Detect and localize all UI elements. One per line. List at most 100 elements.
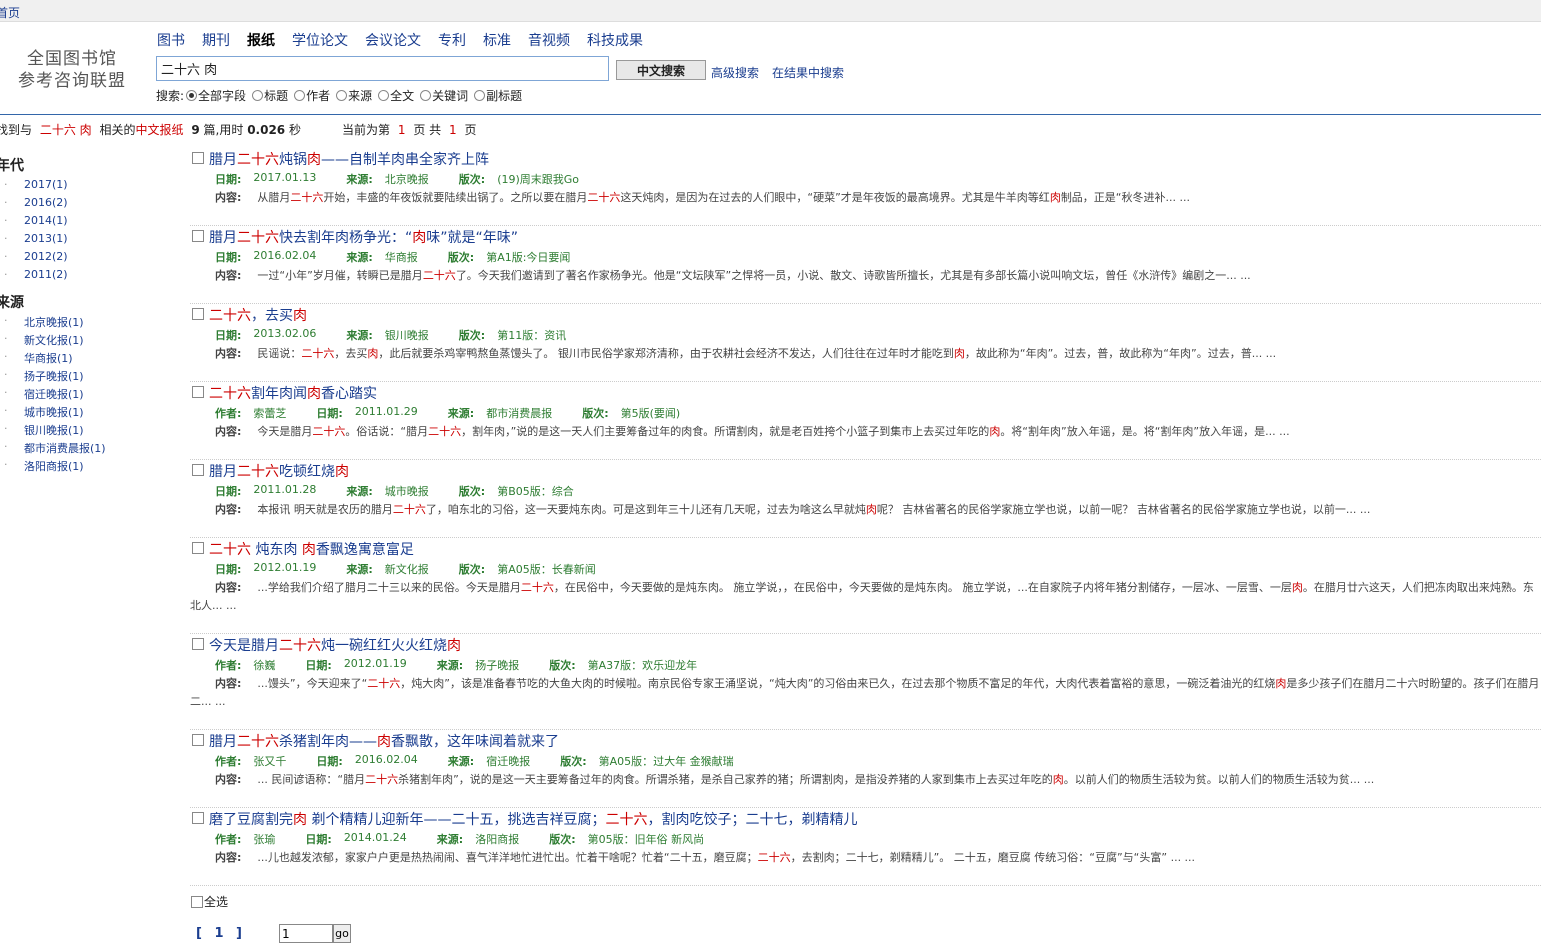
result-checkbox[interactable] [192, 308, 204, 320]
go-button[interactable]: go [333, 924, 351, 943]
source-facet-item-0[interactable]: 北京晚报(1) [0, 314, 106, 332]
text-segment: ，去买 [251, 308, 293, 324]
nav-tab-7[interactable]: 音视频 [528, 30, 570, 50]
advanced-search-link[interactable]: 高级搜索 [711, 64, 759, 81]
radio-button[interactable] [252, 90, 264, 101]
result-title-link[interactable]: 二十六，去买肉 [209, 305, 307, 325]
meta-source-value[interactable]: 扬子晚报 [475, 657, 519, 673]
result-meta: 日期: 2017.01.13 来源: 北京晚报 版次: (19)周末跟我Go [215, 171, 609, 187]
radio-button[interactable] [186, 90, 198, 101]
search-field-option-1[interactable]: 标题 [252, 87, 288, 104]
meta-source-value[interactable]: 新文化报 [385, 561, 429, 577]
meta-source-value[interactable]: 华商报 [385, 249, 418, 265]
result-checkbox[interactable] [192, 386, 204, 398]
result-checkbox[interactable] [192, 812, 204, 824]
result-item: 磨了豆腐割完肉 剃个精精儿迎新年——二十五，挑选吉祥豆腐；二十六，割肉吃饺子；二… [190, 808, 1541, 886]
meta-source-value[interactable]: 洛阳商报 [475, 831, 519, 847]
source-facet-item-6[interactable]: 银川晚报(1) [0, 422, 106, 440]
result-title-link[interactable]: 二十六 炖东肉 肉香飘逸寓意富足 [209, 539, 414, 559]
year-facet-item-1[interactable]: 2016(2) [0, 196, 68, 214]
search-field-label: 来源 [348, 89, 373, 103]
highlight-term: 二十六 [209, 386, 251, 402]
radio-button[interactable] [474, 90, 486, 101]
result-title-link[interactable]: 今天是腊月二十六炖一碗红红火火红烧肉 [209, 635, 461, 655]
result-title-link[interactable]: 腊月二十六吃顿红烧肉 [209, 461, 349, 481]
header-divider [0, 114, 1541, 115]
meta-date-value: 2012.01.19 [253, 561, 317, 574]
radio-button[interactable] [336, 90, 348, 101]
search-field-option-5[interactable]: 关键词 [420, 87, 468, 104]
nav-tab-1[interactable]: 期刊 [202, 30, 230, 50]
year-facet-item-0[interactable]: 2017(1) [0, 178, 68, 196]
year-facet-item-5[interactable]: 2011(2) [0, 268, 68, 286]
result-checkbox[interactable] [192, 152, 204, 164]
meta-source-label: 来源: [436, 659, 464, 672]
result-title-link[interactable]: 二十六割年肉闻肉香心踏实 [209, 383, 377, 403]
search-field-option-0[interactable]: 全部字段 [186, 87, 246, 104]
search-field-option-2[interactable]: 作者 [294, 87, 330, 104]
year-facet-item-4[interactable]: 2012(2) [0, 250, 68, 268]
select-all-checkbox[interactable] [191, 895, 203, 908]
text-segment: 杀猪割年肉—— [279, 734, 377, 750]
search-button[interactable]: 中文搜索 [616, 60, 706, 80]
radio-button[interactable] [294, 90, 306, 101]
result-checkbox[interactable] [192, 542, 204, 554]
nav-tab-2[interactable]: 报纸 [247, 30, 275, 50]
content-label: 内容: [215, 269, 242, 282]
search-field-option-6[interactable]: 副标题 [474, 87, 522, 104]
radio-button[interactable] [378, 90, 390, 101]
search-within-results-link[interactable]: 在结果中搜索 [772, 64, 844, 81]
source-facet-item-1[interactable]: 新文化报(1) [0, 332, 106, 350]
meta-source-value[interactable]: 银川晚报 [385, 327, 429, 343]
result-title-link[interactable]: 磨了豆腐割完肉 剃个精精儿迎新年——二十五，挑选吉祥豆腐；二十六，割肉吃饺子；二… [209, 809, 857, 829]
search-field-option-3[interactable]: 来源 [336, 87, 372, 104]
result-item: 腊月二十六快去割年肉杨争光：“肉味”就是“年味” 日期: 2016.02.04 来源:… [190, 226, 1541, 304]
result-checkbox[interactable] [192, 464, 204, 476]
radio-button[interactable] [420, 90, 432, 101]
meta-source-value[interactable]: 城市晚报 [385, 483, 429, 499]
search-field-option-4[interactable]: 全文 [378, 87, 414, 104]
search-field-label: 全文 [390, 89, 415, 103]
year-facet-item-2[interactable]: 2014(1) [0, 214, 68, 232]
meta-source-value[interactable]: 北京晚报 [385, 171, 429, 187]
highlight-term: 二十六 [237, 230, 279, 246]
result-checkbox[interactable] [192, 638, 204, 650]
source-facet-item-8[interactable]: 洛阳商报(1) [0, 458, 106, 476]
nav-tab-0[interactable]: 图书 [157, 30, 185, 50]
meta-date-label: 日期: [316, 755, 343, 768]
text-segment: 腊月 [209, 464, 237, 480]
stats-unit: 篇,用时 [203, 123, 244, 137]
source-facet-item-4[interactable]: 宿迁晚报(1) [0, 386, 106, 404]
result-title-link[interactable]: 腊月二十六杀猪割年肉——肉香飘散，这年味闻着就来了 [209, 731, 559, 751]
result-checkbox[interactable] [192, 734, 204, 746]
nav-tab-4[interactable]: 会议论文 [365, 30, 421, 50]
nav-tab-3[interactable]: 学位论文 [292, 30, 348, 50]
source-facet-item-5[interactable]: 城市晚报(1) [0, 404, 106, 422]
result-title-link[interactable]: 腊月二十六快去割年肉杨争光：“肉味”就是“年味” [209, 227, 518, 247]
year-facet-item-3[interactable]: 2013(1) [0, 232, 68, 250]
source-facet-item-3[interactable]: 扬子晚报(1) [0, 368, 106, 386]
source-facet-item-7[interactable]: 都市消费晨报(1) [0, 440, 106, 458]
page-jump-input[interactable] [279, 924, 333, 943]
meta-source-value[interactable]: 都市消费晨报 [486, 405, 552, 421]
text-segment: 香心踏实 [321, 386, 377, 402]
search-input[interactable] [156, 56, 609, 81]
nav-tab-6[interactable]: 标准 [483, 30, 511, 50]
result-snippet: 内容: 今天是腊月二十六。俗话说：“腊月二十六，割年肉，”说的是这一天人们主要筹备… [190, 423, 1541, 441]
nav-tab-5[interactable]: 专利 [438, 30, 466, 50]
pager[interactable]: [ 1 ] [196, 926, 242, 941]
meta-source-value[interactable]: 宿迁晚报 [486, 753, 530, 769]
source-facet-item-2[interactable]: 华商报(1) [0, 350, 106, 368]
select-all[interactable]: 全选 [191, 893, 228, 910]
highlight-term: 二十六 [422, 269, 456, 282]
meta-date-label: 日期: [305, 833, 332, 846]
result-meta: 日期: 2011.01.28 来源: 城市晚报 版次: 第B05版：综合 [215, 483, 604, 499]
meta-edition-value: (19)周末跟我Go [497, 173, 580, 186]
result-title-link[interactable]: 腊月二十六炖锅肉——自制羊肉串全家齐上阵 [209, 149, 489, 169]
nav-tab-8[interactable]: 科技成果 [587, 30, 643, 50]
meta-edition-label: 版次: [560, 755, 587, 768]
meta-edition-label: 版次: [458, 173, 486, 186]
home-link[interactable]: 首页 [0, 4, 20, 21]
logo[interactable]: 全国图书馆 参考咨询联盟 [12, 48, 132, 92]
result-checkbox[interactable] [192, 230, 204, 242]
